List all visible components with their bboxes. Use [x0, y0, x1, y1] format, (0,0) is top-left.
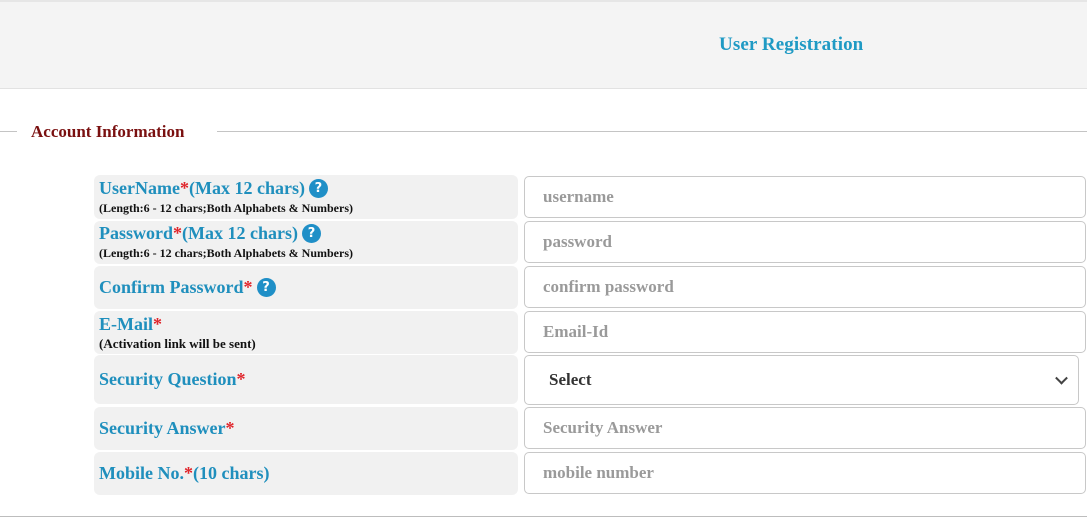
form-row-email: E-Mail * (Activation link will be sent)	[94, 311, 1087, 354]
mobile-label-cell: Mobile No. * (10 chars)	[94, 452, 518, 495]
security-question-label: Security Question	[99, 369, 237, 389]
mobile-label-suffix: (10 chars)	[193, 463, 270, 483]
mobile-label: Mobile No.	[99, 463, 184, 483]
required-asterisk: *	[225, 418, 235, 438]
question-circle-icon[interactable]: ?	[308, 179, 328, 198]
page-title: User Registration	[719, 34, 864, 55]
form-row-security-answer: Security Answer *	[94, 407, 1087, 450]
confirm-password-label-cell: Confirm Password * ?	[94, 266, 518, 309]
security-question-select[interactable]: Select	[524, 355, 1079, 405]
username-input[interactable]	[524, 176, 1086, 218]
security-question-selected: Select	[549, 370, 592, 389]
username-label-suffix: (Max 12 chars)	[188, 178, 305, 198]
required-asterisk: *	[236, 369, 246, 389]
confirm-password-label: Confirm Password	[99, 277, 244, 297]
email-input[interactable]	[524, 311, 1086, 353]
password-input[interactable]	[524, 221, 1086, 263]
email-label: E-Mail	[99, 313, 153, 334]
security-answer-label-cell: Security Answer *	[94, 407, 518, 450]
password-label-suffix: (Max 12 chars)	[182, 223, 298, 243]
mobile-input[interactable]	[524, 452, 1086, 494]
confirm-password-input[interactable]	[524, 266, 1086, 308]
form-row-username: UserName * (Max 12 chars) ? (Length:6 - 1…	[94, 175, 1087, 219]
section-legend: Account Information	[31, 122, 185, 141]
email-label-cell: E-Mail * (Activation link will be sent)	[94, 311, 518, 354]
username-hint: (Length:6 - 12 chars;Both Alphabets & Nu…	[99, 201, 354, 215]
fieldset-border-left	[0, 131, 17, 132]
required-asterisk: *	[184, 463, 193, 483]
security-answer-label: Security Answer	[99, 418, 226, 438]
chevron-down-icon	[1055, 371, 1068, 385]
required-asterisk: *	[179, 178, 189, 198]
form-row-confirm-password: Confirm Password * ?	[94, 266, 1087, 309]
password-hint: (Length:6 - 12 chars;Both Alphabets & Nu…	[99, 246, 354, 260]
fieldset-border-bottom	[0, 516, 1087, 517]
password-label: Password	[99, 223, 174, 243]
security-question-label-cell: Security Question *	[94, 355, 518, 404]
username-label-cell: UserName * (Max 12 chars) ? (Length:6 - 1…	[94, 175, 518, 219]
required-asterisk: *	[243, 277, 253, 297]
form-row-security-question: Security Question * Select	[94, 355, 1087, 405]
required-asterisk: *	[173, 223, 183, 243]
required-asterisk: *	[153, 313, 162, 334]
fieldset-border-right	[217, 131, 1087, 132]
security-answer-input[interactable]	[524, 407, 1086, 449]
form-row-mobile: Mobile No. * (10 chars)	[94, 452, 1087, 495]
page-header: User Registration	[0, 0, 1087, 89]
form-row-password: Password * (Max 12 chars) ? (Length:6 - 1…	[94, 221, 1087, 264]
question-circle-icon[interactable]: ?	[256, 278, 276, 297]
username-label: UserName	[99, 178, 180, 198]
email-hint: (Activation link will be sent)	[99, 336, 256, 351]
question-circle-icon[interactable]: ?	[302, 224, 321, 243]
password-label-cell: Password * (Max 12 chars) ? (Length:6 - 1…	[94, 221, 518, 264]
